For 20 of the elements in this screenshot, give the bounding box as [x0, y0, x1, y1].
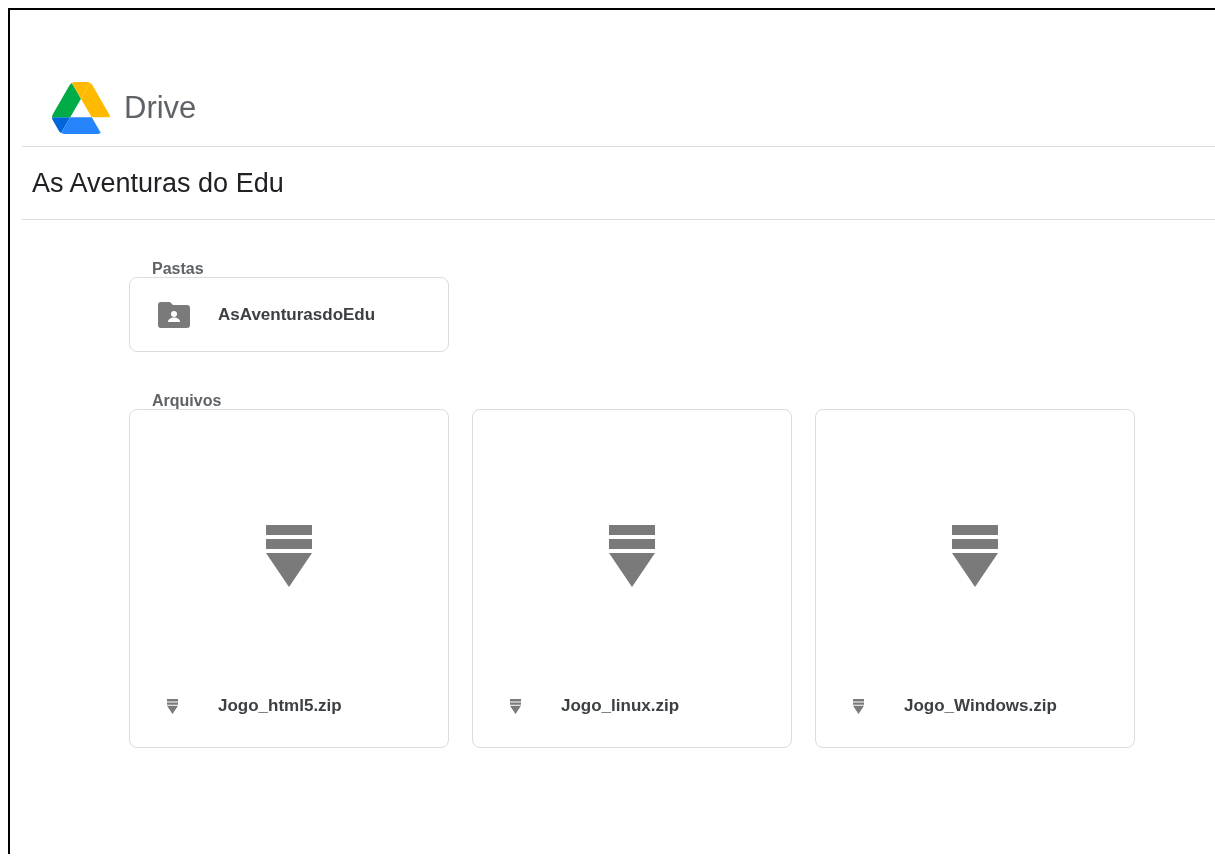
file-card[interactable]: Jogo_html5.zip: [129, 409, 449, 748]
section-heading: Arquivos: [151, 391, 223, 409]
section-heading: Pastas: [151, 259, 205, 277]
app-name: Drive: [124, 90, 197, 126]
file-name: Jogo_html5.zip: [218, 696, 342, 716]
archive-icon: [952, 524, 998, 587]
drive-logo-icon: [52, 82, 110, 134]
archive-icon: [167, 698, 178, 714]
archive-icon: [266, 524, 312, 587]
archive-icon: [853, 698, 864, 714]
file-card[interactable]: Jogo_linux.zip: [472, 409, 792, 748]
file-name: Jogo_linux.zip: [561, 696, 680, 716]
archive-icon: [510, 698, 521, 714]
file-name: Jogo_Windows.zip: [904, 696, 1057, 716]
folder-title: As Aventuras do Edu: [32, 167, 284, 199]
shared-folder-icon: [158, 301, 190, 328]
folder-name: AsAventurasdoEdu: [218, 304, 376, 325]
file-card[interactable]: Jogo_Windows.zip: [815, 409, 1135, 748]
archive-icon: [609, 524, 655, 587]
folder-card[interactable]: AsAventurasdoEdu: [129, 277, 449, 352]
